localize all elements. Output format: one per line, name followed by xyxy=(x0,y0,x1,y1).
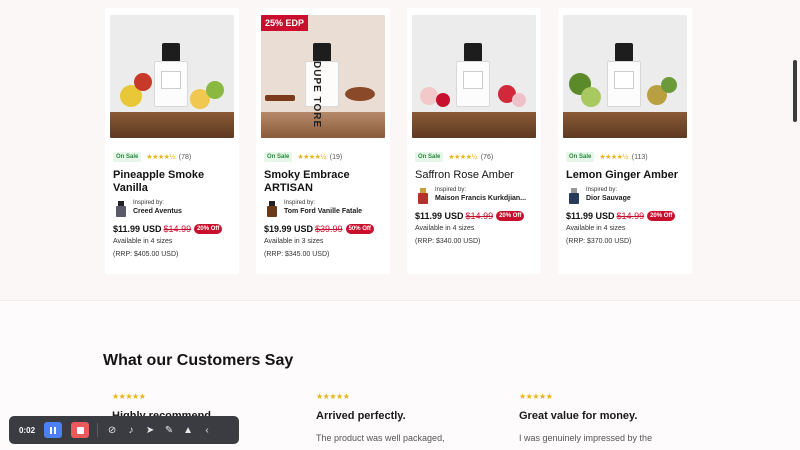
rating-stars: ★★★★½ xyxy=(297,154,326,161)
pen-off-icon[interactable]: ⊘ xyxy=(107,425,117,436)
section-divider xyxy=(0,300,800,301)
screen-recorder-toolbar: 0:02 ⊘ ♪ ➤ ✎ ▲ ‹ xyxy=(9,416,239,444)
review-card: ★★★★★ Great value for money. I was genui… xyxy=(519,392,699,443)
product-image[interactable] xyxy=(563,15,687,138)
stop-icon[interactable] xyxy=(71,422,90,438)
inspired-bottle-icon xyxy=(418,188,428,204)
mic-off-icon[interactable]: ♪ xyxy=(126,425,136,436)
original-price: $14.99 xyxy=(616,211,645,221)
inspired-label: Inspired by: xyxy=(586,187,618,193)
review-stars: ★★★★★ xyxy=(316,392,350,401)
price: $19.99 USD xyxy=(264,224,314,234)
discount-badge: 20% Off xyxy=(194,224,223,234)
rating-stars: ★★★★½ xyxy=(448,154,477,161)
sizes-available: Available in 3 sizes xyxy=(264,238,324,245)
pencil-icon[interactable]: ✎ xyxy=(164,425,174,436)
product-card[interactable]: On Sale ★★★★½ (76) Saffron Rose Amber In… xyxy=(407,8,541,274)
discount-badge: 20% Off xyxy=(647,211,676,221)
review-count[interactable]: (19) xyxy=(330,154,342,161)
pause-icon[interactable] xyxy=(44,422,63,438)
review-body: The product was well packaged, xyxy=(316,433,445,443)
inspired-bottle-icon xyxy=(267,201,277,217)
scrollbar-thumb[interactable] xyxy=(793,60,797,122)
on-sale-badge: On Sale xyxy=(264,152,293,162)
review-count[interactable]: (113) xyxy=(632,154,648,161)
promo-badge: 25% EDP xyxy=(261,15,309,31)
inspired-by-name: Creed Aventus xyxy=(133,208,182,215)
product-card[interactable]: On Sale ★★★★½ (113) Lemon Ginger Amber I… xyxy=(558,8,692,274)
original-price: $14.99 xyxy=(465,211,494,221)
price: $11.99 USD xyxy=(415,211,464,221)
rrp-price: (RRP: $345.00 USD) xyxy=(264,251,330,258)
review-card: ★★★★★ Arrived perfectly. The product was… xyxy=(316,392,496,443)
rating-stars: ★★★★½ xyxy=(599,154,628,161)
inspired-bottle-icon xyxy=(569,188,579,204)
review-stars: ★★★★★ xyxy=(112,392,146,401)
inspired-label: Inspired by: xyxy=(133,200,165,206)
pointer-icon[interactable]: ➤ xyxy=(145,425,155,436)
inspired-by-name: Tom Ford Vanille Fatale xyxy=(284,208,363,215)
review-stars: ★★★★★ xyxy=(519,392,553,401)
product-image[interactable] xyxy=(110,15,234,138)
rrp-price: (RRP: $340.00 USD) xyxy=(415,238,481,245)
review-count[interactable]: (76) xyxy=(481,154,493,161)
product-grid: On Sale ★★★★½ (78) Pineapple Smoke Vanil… xyxy=(0,0,800,300)
sizes-available: Available in 4 sizes xyxy=(566,225,626,232)
original-price: $39.99 xyxy=(315,224,343,234)
product-name[interactable]: Pineapple Smoke Vanilla xyxy=(113,169,231,195)
review-body: I was genuinely impressed by the xyxy=(519,433,653,443)
on-sale-badge: On Sale xyxy=(566,152,595,162)
product-name[interactable]: Smoky Embrace ARTISAN xyxy=(264,169,382,195)
bottle-label-text: DUPE TORE xyxy=(311,61,322,129)
product-name[interactable]: Saffron Rose Amber xyxy=(415,169,533,182)
on-sale-badge: On Sale xyxy=(415,152,444,162)
rating-stars: ★★★★½ xyxy=(146,154,175,161)
toolbar-divider xyxy=(97,423,99,437)
original-price: $14.99 xyxy=(163,224,192,234)
recording-timer: 0:02 xyxy=(19,425,36,435)
collapse-icon[interactable]: ‹ xyxy=(202,425,212,436)
product-name[interactable]: Lemon Ginger Amber xyxy=(566,169,684,182)
inspired-by-name: Maison Francis Kurkdjian... xyxy=(435,195,527,202)
inspired-bottle-icon xyxy=(116,201,126,217)
product-image[interactable]: DUPE TORE 25% EDP xyxy=(261,15,385,138)
inspired-label: Inspired by: xyxy=(284,200,316,206)
discount-badge: 20% Off xyxy=(496,211,525,221)
review-title: Arrived perfectly. xyxy=(316,410,406,422)
product-card[interactable]: On Sale ★★★★½ (78) Pineapple Smoke Vanil… xyxy=(105,8,239,274)
review-count[interactable]: (78) xyxy=(179,154,191,161)
highlighter-icon[interactable]: ▲ xyxy=(183,425,193,436)
discount-badge: 50% Off xyxy=(345,224,374,234)
sizes-available: Available in 4 sizes xyxy=(113,238,173,245)
rrp-price: (RRP: $405.00 USD) xyxy=(113,251,179,258)
reviews-heading: What our Customers Say xyxy=(103,352,294,369)
inspired-by-name: Dior Sauvage xyxy=(586,195,631,202)
product-image[interactable] xyxy=(412,15,536,138)
price: $11.99 USD xyxy=(566,211,615,221)
on-sale-badge: On Sale xyxy=(113,152,142,162)
price: $11.99 USD xyxy=(113,224,162,234)
review-title: Great value for money. xyxy=(519,410,638,422)
product-card[interactable]: DUPE TORE 25% EDP On Sale ★★★★½ (19) Smo… xyxy=(256,8,390,274)
sizes-available: Available in 4 sizes xyxy=(415,225,475,232)
rrp-price: (RRP: $370.00 USD) xyxy=(566,238,632,245)
inspired-label: Inspired by: xyxy=(435,187,467,193)
